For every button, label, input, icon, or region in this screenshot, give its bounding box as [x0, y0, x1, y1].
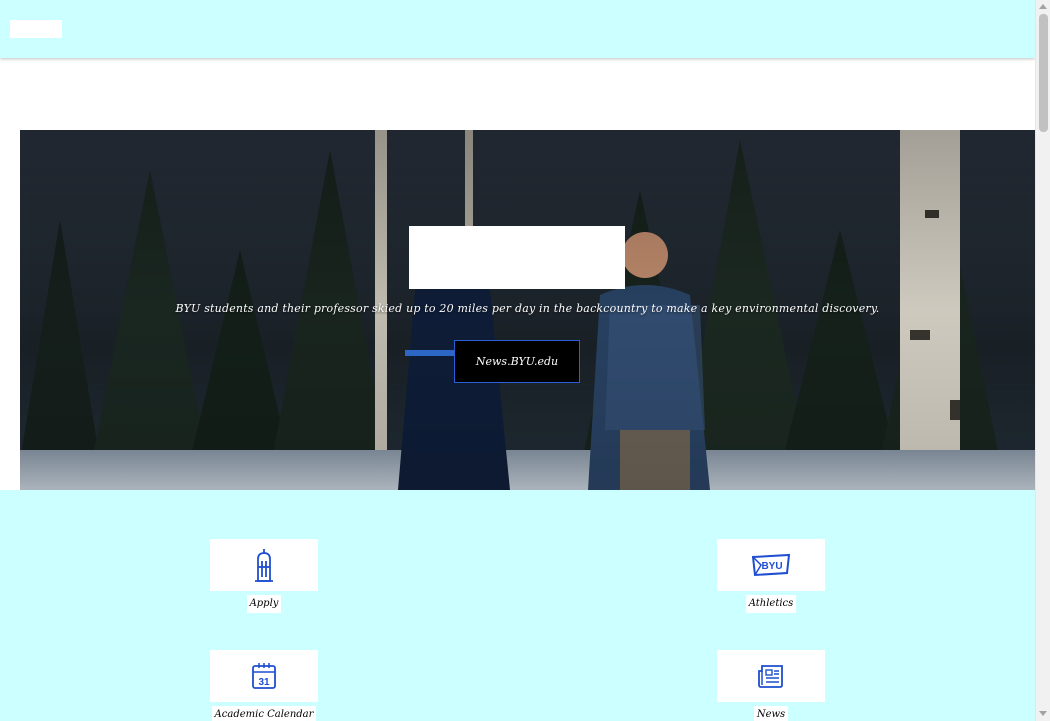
quick-link-label: Athletics	[745, 595, 797, 613]
byu-logo-icon: BYU	[751, 553, 791, 577]
quick-link-academic-calendar[interactable]: 31 Academic Calendar	[210, 650, 318, 721]
quick-link-label: Academic Calendar	[211, 706, 317, 721]
calendar-icon: 31	[252, 663, 276, 689]
newspaper-icon	[758, 665, 783, 688]
quick-link-news[interactable]: News	[717, 650, 825, 721]
scrollbar-thumb[interactable]	[1039, 14, 1048, 132]
site-header	[0, 0, 1035, 58]
quick-link-label: News	[753, 706, 789, 721]
scroll-up-arrow-icon[interactable]	[1039, 4, 1047, 9]
quick-link-athletics[interactable]: BYU Athletics	[717, 539, 825, 613]
tile-icon-box	[717, 650, 825, 702]
news-link-button[interactable]: News.BYU.edu	[454, 340, 580, 383]
scroll-down-arrow-icon[interactable]	[1039, 711, 1047, 716]
hero-title-placeholder	[409, 226, 625, 289]
calendar-icon-day: 31	[258, 677, 270, 688]
svg-text:BYU: BYU	[761, 561, 782, 572]
site-logo[interactable]	[10, 20, 62, 38]
tile-icon-box: 31	[210, 650, 318, 702]
quick-link-apply[interactable]: Apply	[210, 539, 318, 613]
hero-caption: BYU students and their professor skied u…	[175, 302, 880, 315]
building-icon	[255, 549, 273, 582]
tile-icon-box	[210, 539, 318, 591]
hero-banner: BYU students and their professor skied u…	[20, 130, 1035, 490]
quick-link-label: Apply	[246, 595, 282, 613]
tile-icon-box: BYU	[717, 539, 825, 591]
vertical-scrollbar[interactable]	[1035, 0, 1050, 721]
page: BYU students and their professor skied u…	[0, 0, 1035, 721]
quick-links: Apply BYU Athletics 31 Academic Calendar…	[0, 490, 1035, 721]
